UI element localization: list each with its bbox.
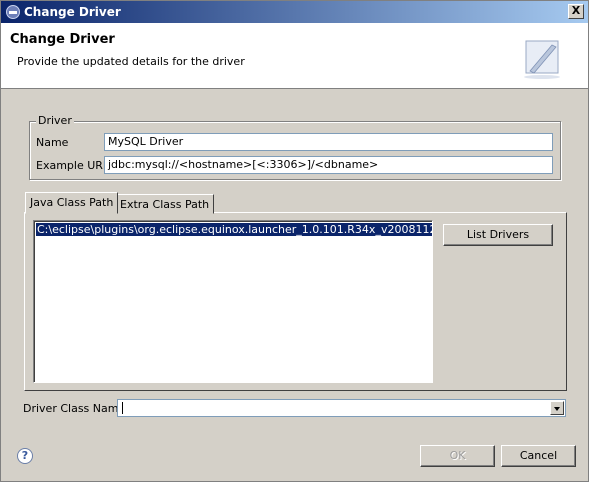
list-item[interactable]: C:\eclipse\plugins\org.eclipse.equinox.l… bbox=[36, 223, 432, 236]
list-drivers-button[interactable]: List Drivers bbox=[443, 224, 553, 246]
help-icon[interactable]: ? bbox=[17, 448, 33, 464]
class-path-list[interactable]: C:\eclipse\plugins\org.eclipse.equinox.l… bbox=[33, 220, 433, 383]
text-cursor bbox=[122, 402, 123, 414]
cancel-button[interactable]: Cancel bbox=[501, 445, 576, 467]
driver-class-name-label: Driver Class Name bbox=[23, 402, 126, 415]
close-icon[interactable]: X bbox=[568, 4, 584, 19]
window-title: Change Driver bbox=[24, 5, 121, 19]
driver-class-name-combo[interactable] bbox=[117, 399, 566, 417]
title-bar: Change Driver X bbox=[1, 1, 588, 23]
banner-title: Change Driver bbox=[10, 32, 115, 47]
example-url-label: Example URL bbox=[36, 159, 110, 172]
banner-description: Provide the updated details for the driv… bbox=[17, 55, 245, 68]
change-driver-dialog: Change Driver X Change Driver Provide th… bbox=[0, 0, 589, 482]
tab-extra-class-path[interactable]: Extra Class Path bbox=[115, 194, 215, 214]
chevron-down-icon[interactable] bbox=[550, 401, 564, 415]
example-url-field[interactable]: jdbc:mysql://<hostname>[<:3306>]/<dbname… bbox=[104, 156, 553, 174]
name-field[interactable]: MySQL Driver bbox=[104, 133, 553, 151]
header-banner: Change Driver Provide the updated detail… bbox=[1, 23, 588, 89]
eclipse-icon bbox=[6, 5, 20, 19]
ok-button[interactable]: OK bbox=[420, 445, 495, 467]
driver-group-legend: Driver bbox=[36, 114, 74, 127]
name-label: Name bbox=[36, 136, 69, 149]
wizard-banner-icon bbox=[524, 40, 560, 79]
tab-java-class-path[interactable]: Java Class Path bbox=[25, 192, 119, 214]
